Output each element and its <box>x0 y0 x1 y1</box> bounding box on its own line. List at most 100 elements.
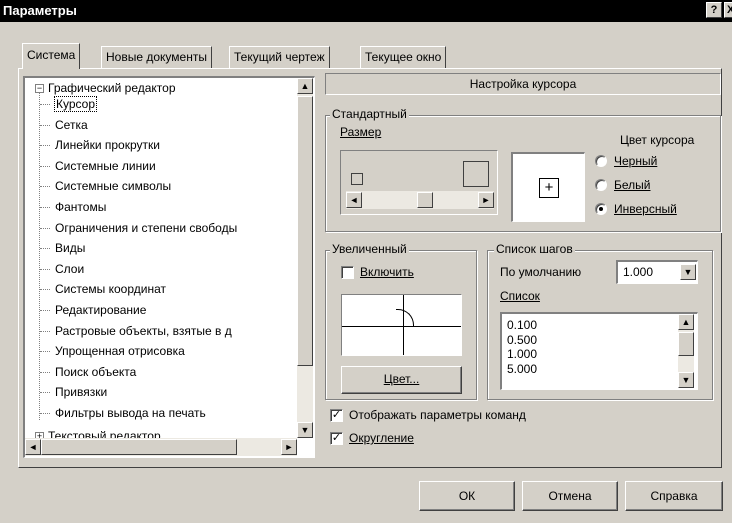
tree-connector <box>40 227 50 229</box>
tree-item[interactable]: Линейки прокрутки <box>55 137 160 153</box>
tree-item-label: Системные символы <box>55 179 172 194</box>
down-arrow-icon: ▼ <box>681 375 691 385</box>
up-arrow-icon: ▲ <box>300 81 310 91</box>
tree-item[interactable]: Слои <box>55 261 84 277</box>
tree-item[interactable]: Поиск объекта <box>55 364 136 380</box>
color-radio-label[interactable]: Инверсный <box>614 202 677 216</box>
show-params-checkbox[interactable]: ✓ <box>330 409 343 422</box>
default-step-dropdown-button[interactable]: ▼ <box>680 264 696 280</box>
color-radio-label[interactable]: Белый <box>614 178 650 192</box>
size-box: ◄ ► <box>340 150 498 215</box>
help-button[interactable]: Справка <box>625 481 723 511</box>
default-step-label: По умолчанию <box>500 265 582 279</box>
rounding-label[interactable]: Округление <box>349 431 414 445</box>
tree-connector <box>40 392 50 394</box>
size-increase-button[interactable]: ► <box>478 192 494 208</box>
tree-item[interactable]: Ограничения и степени свободы <box>55 220 237 236</box>
cancel-button-label: Отмена <box>548 489 592 503</box>
list-item[interactable]: 5.000 <box>507 362 537 376</box>
tree-vscroll-thumb[interactable] <box>297 96 313 366</box>
tree-scroll-left-button[interactable]: ◄ <box>25 439 41 455</box>
check-icon: ✓ <box>331 409 342 421</box>
tree-scroll-down-button[interactable]: ▼ <box>297 422 313 438</box>
right-arrow-icon: ► <box>481 195 491 205</box>
ok-button[interactable]: ОК <box>419 481 515 511</box>
enable-zoom-checkbox[interactable] <box>341 266 354 279</box>
standard-group-title: Стандартный <box>330 107 409 121</box>
tree-item-label: Системные линии <box>55 158 156 173</box>
tab-new-documents-label: Новые документы <box>106 50 207 64</box>
settings-tree[interactable]: − Графический редактор Курсор Сетка Линейк… <box>23 76 315 458</box>
tree-item-label: Поиск объекта <box>55 364 137 379</box>
tree-item-label: Системы координат <box>55 282 166 297</box>
tree-item-label: Линейки прокрутки <box>55 138 160 153</box>
tree-connector <box>40 145 50 147</box>
zoom-arc-icon <box>396 309 414 327</box>
tree-connector <box>40 165 50 167</box>
zoom-preview <box>341 294 462 356</box>
color-button[interactable]: Цвет... <box>341 366 462 394</box>
list-item[interactable]: 1.000 <box>507 347 537 361</box>
tab-current-window-label: Текущее окно <box>365 50 442 64</box>
tree-connector <box>40 351 50 353</box>
show-params-label[interactable]: Отображать параметры команд <box>349 408 526 422</box>
crosshair-icon: + <box>539 178 559 198</box>
close-button[interactable]: X <box>724 2 732 18</box>
cancel-button[interactable]: Отмена <box>522 481 618 511</box>
size-label: Размер <box>340 125 382 139</box>
list-item[interactable]: 0.100 <box>507 318 537 332</box>
tree-item[interactable]: Фильтры вывода на печать <box>55 405 206 421</box>
tree-item[interactable]: Растровые объекты, взятые в д <box>55 323 232 339</box>
tree-connector <box>40 330 50 332</box>
tree-item-label: Слои <box>55 261 85 276</box>
step-list-scroll-thumb[interactable] <box>678 332 694 356</box>
color-radio[interactable] <box>595 179 607 191</box>
zoomed-group-title: Увеличенный <box>330 242 409 256</box>
enable-zoom-label[interactable]: Включить <box>360 265 414 279</box>
tree-item[interactable]: Системные символы <box>55 178 171 194</box>
tab-current-drawing[interactable]: Текущий чертеж <box>229 46 330 68</box>
chevron-down-icon: ▼ <box>683 267 693 277</box>
color-radio[interactable] <box>595 203 607 215</box>
tree-connector <box>40 289 50 291</box>
tree-item[interactable]: Привязки <box>55 384 107 400</box>
tree-hscroll-thumb[interactable] <box>41 439 237 455</box>
size-slider-thumb[interactable] <box>417 192 433 208</box>
left-arrow-icon: ◄ <box>28 442 38 452</box>
tree-item[interactable]: Редактирование <box>55 302 146 318</box>
title-bar[interactable]: Параметры ? X <box>0 0 732 22</box>
step-list-scroll-down-button[interactable]: ▼ <box>678 372 694 388</box>
tree-item[interactable]: Упрощенная отрисовка <box>55 343 185 359</box>
tree-connector <box>40 413 50 414</box>
step-list[interactable]: 0.100 0.500 1.000 5.000 ▲ ▼ <box>500 312 698 390</box>
tree-item[interactable]: Виды <box>55 240 85 256</box>
default-step-value: 1.000 <box>623 265 654 279</box>
default-step-select[interactable]: 1.000 ▼ <box>616 260 698 284</box>
tree-scroll-up-button[interactable]: ▲ <box>297 78 313 94</box>
tree-item[interactable]: Системные линии <box>55 158 156 174</box>
tab-current-window[interactable]: Текущее окно <box>360 46 447 68</box>
step-list-scroll-up-button[interactable]: ▲ <box>678 314 694 330</box>
color-radio[interactable] <box>595 155 607 167</box>
tree-connector <box>40 124 50 126</box>
list-item[interactable]: 0.500 <box>507 333 537 347</box>
tree-scroll-right-button[interactable]: ► <box>281 439 297 455</box>
tree-item-graphic-editor[interactable]: Графический редактор <box>48 80 176 96</box>
help-title-button[interactable]: ? <box>706 2 722 18</box>
tree-connector <box>40 268 50 270</box>
tab-system[interactable]: Система <box>22 43 81 69</box>
parameters-dialog: Параметры ? X Система Новые документы Те… <box>0 0 732 523</box>
collapse-icon[interactable]: − <box>35 84 44 93</box>
tree-item[interactable]: Фантомы <box>55 199 106 215</box>
step-list-label: Список <box>500 289 540 303</box>
size-decrease-button[interactable]: ◄ <box>346 192 362 208</box>
color-radio-label[interactable]: Черный <box>614 154 657 168</box>
tab-system-label: Система <box>27 48 76 62</box>
tree-connector <box>40 310 50 311</box>
tree-item[interactable]: Системы координат <box>55 281 166 297</box>
tree-item[interactable]: Сетка <box>55 117 88 133</box>
tab-new-documents[interactable]: Новые документы <box>101 46 212 68</box>
cursor-color-label: Цвет курсора <box>620 133 695 147</box>
rounding-checkbox[interactable]: ✓ <box>330 432 343 445</box>
tree-item[interactable]: Курсор <box>53 96 98 112</box>
